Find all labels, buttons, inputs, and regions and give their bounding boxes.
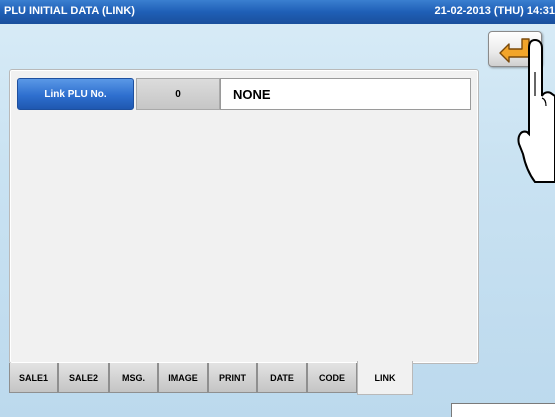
tab-code[interactable]: CODE	[307, 363, 357, 393]
tab-date[interactable]: DATE	[257, 363, 307, 393]
link-plu-name-field: NONE	[220, 78, 471, 110]
link-plu-number: 0	[175, 88, 181, 100]
link-plu-name: NONE	[233, 86, 271, 102]
title-bar: PLU INITIAL DATA (LINK) 21-02-2013 (THU)…	[0, 0, 555, 24]
tab-label: PRINT	[219, 372, 246, 383]
tab-link[interactable]: LINK	[357, 361, 413, 395]
tab-print[interactable]: PRINT	[208, 363, 257, 393]
page-title: PLU INITIAL DATA (LINK)	[4, 5, 135, 17]
tab-image[interactable]: IMAGE	[158, 363, 208, 393]
tab-label: SALE2	[68, 372, 98, 383]
link-plu-number-field[interactable]: 0	[136, 78, 220, 110]
tab-msg[interactable]: MSG.	[109, 363, 158, 393]
tab-label: CODE	[318, 372, 345, 383]
pointing-hand-icon	[517, 38, 555, 183]
tab-label: IMAGE	[168, 372, 198, 383]
link-data-panel: Link PLU No. 0 NONE	[9, 69, 479, 364]
tab-label: MSG.	[121, 372, 145, 383]
tab-sale1[interactable]: SALE1	[9, 363, 58, 393]
status-field	[451, 403, 555, 417]
link-plu-label-button[interactable]: Link PLU No.	[17, 78, 134, 110]
screen: PLU INITIAL DATA (LINK) 21-02-2013 (THU)…	[0, 0, 555, 417]
tab-label: SALE1	[18, 372, 48, 383]
link-plu-label: Link PLU No.	[44, 88, 107, 100]
tab-sale2[interactable]: SALE2	[58, 363, 109, 393]
tab-label: LINK	[374, 372, 396, 383]
tab-label: DATE	[270, 372, 294, 383]
datetime-display: 21-02-2013 (THU) 14:31	[434, 5, 555, 17]
